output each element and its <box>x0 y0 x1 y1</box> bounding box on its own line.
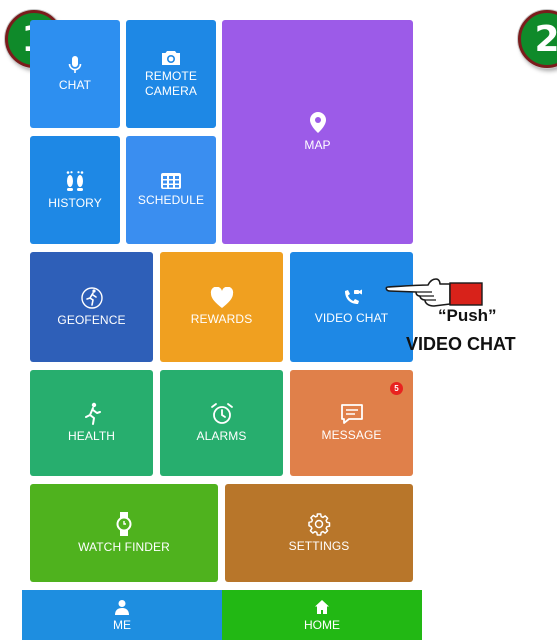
bottom-nav-me[interactable]: ME <box>22 590 222 640</box>
settings-tile[interactable]: SETTINGS <box>225 484 413 582</box>
geofence-runner-icon <box>80 286 104 310</box>
chat-label: CHAT <box>58 78 92 92</box>
map-pin-icon <box>309 111 327 135</box>
watch-icon <box>115 511 133 537</box>
alarms-label: ALARMS <box>196 429 247 443</box>
bottom-nav-home-label: HOME <box>304 617 340 632</box>
microphone-icon <box>68 55 82 75</box>
health-label: HEALTH <box>67 429 116 443</box>
pointing-hand-icon <box>384 276 486 310</box>
history-tile[interactable]: HISTORY <box>30 136 120 244</box>
health-tile[interactable]: HEALTH <box>30 370 153 476</box>
alarm-clock-icon <box>210 402 234 426</box>
map-tile[interactable]: MAP <box>222 20 413 244</box>
remote-camera-tile[interactable]: REMOTE CAMERA <box>126 20 216 128</box>
remote-camera-label: REMOTE CAMERA <box>145 69 197 98</box>
alarms-tile[interactable]: ALARMS <box>160 370 283 476</box>
bottom-nav-me-label: ME <box>113 617 131 632</box>
message-icon <box>340 403 364 425</box>
person-icon <box>114 599 130 615</box>
video-phone-icon <box>341 288 363 308</box>
schedule-tile[interactable]: SCHEDULE <box>126 136 216 244</box>
gear-icon <box>307 512 331 536</box>
map-label: MAP <box>304 138 331 152</box>
message-count-badge: 5 <box>390 382 403 395</box>
heart-icon <box>210 286 234 309</box>
geofence-tile[interactable]: GEOFENCE <box>30 252 153 362</box>
runner-icon <box>82 402 102 426</box>
step-badge-2: 2 <box>518 10 557 68</box>
watch-finder-label: WATCH FINDER <box>78 540 170 554</box>
rewards-label: REWARDS <box>190 312 253 326</box>
home-icon <box>314 599 330 615</box>
settings-label: SETTINGS <box>288 539 350 553</box>
push-caption: “Push” <box>438 306 497 325</box>
video-chat-caption: VIDEO CHAT <box>406 334 516 354</box>
chat-tile[interactable]: CHAT <box>30 20 120 128</box>
bottom-nav-home[interactable]: HOME <box>222 590 422 640</box>
calendar-grid-icon <box>160 172 182 190</box>
schedule-label: SCHEDULE <box>137 193 205 207</box>
watch-finder-tile[interactable]: WATCH FINDER <box>30 484 218 582</box>
message-label: MESSAGE <box>321 428 382 442</box>
geofence-label: GEOFENCE <box>57 313 126 327</box>
video-chat-label: VIDEO CHAT <box>314 311 389 325</box>
history-label: HISTORY <box>48 196 102 210</box>
footprints-icon <box>63 169 87 193</box>
camera-icon <box>161 49 181 66</box>
rewards-tile[interactable]: REWARDS <box>160 252 283 362</box>
